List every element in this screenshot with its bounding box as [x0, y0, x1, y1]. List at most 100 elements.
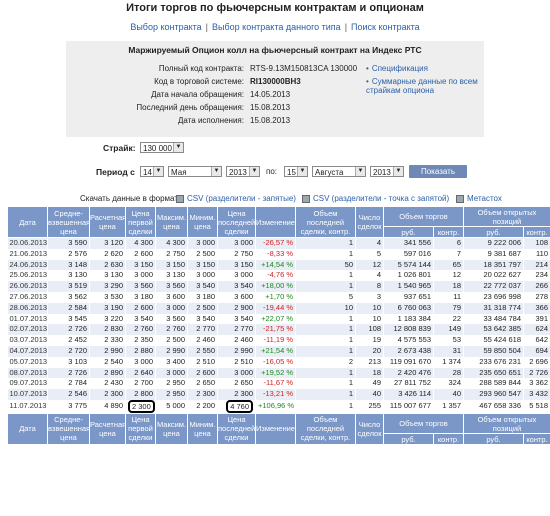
table-cell: 2 950: [156, 378, 188, 389]
table-cell: 40: [356, 389, 384, 400]
col-header: Средне-взвешенная цена: [48, 207, 90, 238]
table-row: 02.07.20132 7262 8302 7602 7602 7702 770…: [8, 324, 550, 335]
table-cell: 2 770: [188, 324, 218, 335]
chevron-down-icon: ▼: [249, 167, 259, 176]
cell-date: 02.07.2013: [8, 324, 48, 335]
table-cell: 2 300: [90, 389, 126, 400]
table-cell: 3: [356, 292, 384, 303]
to-day-value: 15: [287, 168, 296, 177]
table-cell: 467 658 336: [464, 400, 524, 414]
table-cell: 2 576: [48, 249, 90, 260]
table-cell: 2 330: [90, 335, 126, 346]
table-cell: -19,44 %: [256, 303, 296, 314]
to-year-select[interactable]: 2013▼: [370, 166, 404, 177]
nav-search-contract[interactable]: Поиск контракта: [351, 22, 420, 32]
summary-strikes-link[interactable]: Суммарные данные по всем страйкам опцион…: [366, 77, 484, 95]
cell-date: 10.07.2013: [8, 389, 48, 400]
table-cell: 3 540: [218, 281, 256, 292]
table-cell: 391: [524, 314, 550, 325]
table-cell: 2 990: [156, 346, 188, 357]
table-cell: 3 150: [188, 260, 218, 271]
show-button[interactable]: Показать: [409, 165, 467, 178]
table-cell: -11,19 %: [256, 335, 296, 346]
specification-link[interactable]: Спецификация: [366, 64, 428, 73]
table-cell: 1: [296, 389, 356, 400]
to-day-select[interactable]: 15▼: [284, 166, 308, 177]
nav-choose-contract[interactable]: Выбор контракта: [130, 22, 201, 32]
csv-semicolon-link[interactable]: CSV (разделители - точка с запятой): [313, 194, 449, 203]
table-cell: 2 510: [188, 357, 218, 368]
field-label-exec-date: Дата исполнения:: [66, 116, 244, 125]
table-cell: 1: [296, 281, 356, 292]
table-cell: 1: [296, 270, 356, 281]
table-cell: 3 000: [218, 368, 256, 379]
table-cell: 2 300: [126, 400, 156, 414]
from-year-value: 2013: [229, 168, 247, 177]
table-cell: 1: [296, 335, 356, 346]
from-day-select[interactable]: 14▼: [140, 166, 164, 177]
from-year-select[interactable]: 2013▼: [226, 166, 260, 177]
table-cell: 12 808 839: [384, 324, 434, 335]
strike-label: Страйк:: [103, 143, 136, 153]
table-cell: 20 022 627: [464, 270, 524, 281]
cell-date: 27.06.2013: [8, 292, 48, 303]
table-cell: 2 460: [188, 335, 218, 346]
table-cell: 2 500: [156, 335, 188, 346]
table-cell: 79: [434, 303, 464, 314]
highlighted-value: 4 760: [226, 400, 253, 413]
table-cell: 4 760: [218, 400, 256, 414]
table-cell: 235 650 651: [464, 368, 524, 379]
file-csv-icon: [176, 195, 184, 203]
field-label-last-day: Последний день обращения:: [66, 103, 244, 112]
table-row: 03.07.20132 4522 3302 3502 5002 4602 460…: [8, 335, 550, 346]
table-cell: 10: [296, 303, 356, 314]
csv-comma-link[interactable]: CSV (разделители - запятые): [187, 194, 296, 203]
to-month-select[interactable]: Августа▼: [312, 166, 366, 177]
table-cell: 1 374: [434, 357, 464, 368]
table-row: 05.07.20133 1032 5403 0003 4002 5102 510…: [8, 357, 550, 368]
table-cell: 341 556: [384, 238, 434, 249]
from-month-value: Мая: [171, 168, 187, 177]
download-metastock[interactable]: Метастох: [456, 194, 502, 203]
col-header: Объем открытых позиций: [464, 207, 550, 227]
download-csv-comma[interactable]: CSV (разделители - запятые): [176, 194, 296, 203]
metastock-link[interactable]: Метастох: [467, 194, 502, 203]
table-cell: 288 589 844: [464, 378, 524, 389]
table-cell: 40: [434, 389, 464, 400]
from-month-select[interactable]: Мая▼: [168, 166, 222, 177]
table-cell: -26,57 %: [256, 238, 296, 249]
table-cell: 119 091 670: [384, 357, 434, 368]
table-cell: 28: [434, 368, 464, 379]
cell-date: 24.06.2013: [8, 260, 48, 271]
table-cell: 4 575 553: [384, 335, 434, 346]
table-cell: 213: [356, 357, 384, 368]
table-cell: 23 696 998: [464, 292, 524, 303]
strike-select[interactable]: 130 000▼: [140, 142, 184, 153]
table-cell: 3 150: [218, 260, 256, 271]
table-cell: +22,07 %: [256, 314, 296, 325]
cell-date: 21.06.2013: [8, 249, 48, 260]
table-cell: 2 630: [90, 260, 126, 271]
table-cell: 1: [296, 400, 356, 414]
cell-date: 26.06.2013: [8, 281, 48, 292]
table-cell: 3 120: [90, 238, 126, 249]
col-footer: Объем последней сделки, контр.: [296, 413, 356, 444]
table-cell: 2 430: [90, 378, 126, 389]
table-row: 11.07.20133 7754 8902 3005 0002 2004 760…: [8, 400, 550, 414]
download-label: Скачать данные в формате:: [80, 194, 185, 203]
table-cell: 5: [356, 249, 384, 260]
table-cell: 624: [524, 324, 550, 335]
table-cell: 3 000: [156, 303, 188, 314]
nav-choose-contract-type[interactable]: Выбор контракта данного типа: [212, 22, 341, 32]
table-cell: 3 000: [126, 357, 156, 368]
table-cell: 7: [434, 249, 464, 260]
table-cell: 3 426 114: [384, 389, 434, 400]
field-value-last-day: 15.08.2013: [250, 103, 290, 112]
table-cell: 2 950: [156, 389, 188, 400]
table-cell: 2 890: [90, 368, 126, 379]
strike-value: 130 000: [143, 144, 172, 153]
table-cell: 2 200: [188, 400, 218, 414]
download-csv-semicolon[interactable]: CSV (разделители - точка с запятой): [302, 194, 449, 203]
table-cell: 3 600: [218, 292, 256, 303]
cell-date: 11.07.2013: [8, 400, 48, 414]
